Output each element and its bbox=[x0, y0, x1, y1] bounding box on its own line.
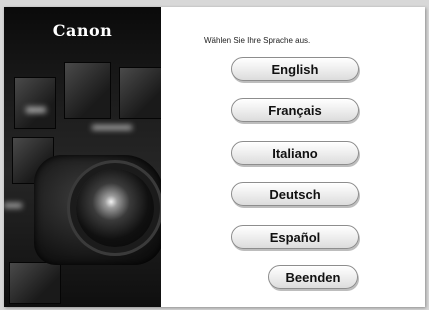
language-prompt: Wählen Sie Ihre Sprache aus. bbox=[204, 36, 311, 45]
canon-logo: Canon bbox=[52, 21, 113, 40]
language-button-deutsch[interactable]: Deutsch bbox=[231, 182, 359, 206]
language-button-espanol[interactable]: Español bbox=[231, 225, 359, 249]
language-button-italiano[interactable]: Italiano bbox=[231, 141, 359, 165]
hero-image: Canon bbox=[4, 7, 161, 307]
language-button-english[interactable]: English bbox=[231, 57, 359, 81]
exit-button[interactable]: Beenden bbox=[268, 265, 358, 289]
camera-lens bbox=[76, 169, 154, 247]
installer-window: Canon Wählen Sie Ihre Sprache aus. Engli… bbox=[4, 7, 425, 307]
language-button-francais[interactable]: Français bbox=[231, 98, 359, 122]
